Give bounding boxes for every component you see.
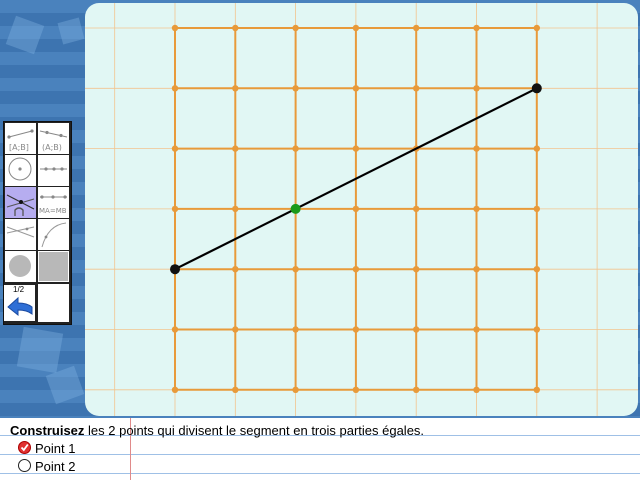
grid-node[interactable] [413,85,420,92]
grid-node[interactable] [232,24,239,32]
grid-node[interactable] [232,145,239,152]
task-item: Point 2 [18,459,75,474]
grid-node[interactable] [413,266,420,273]
grid-node[interactable] [413,24,420,32]
grid-node[interactable] [171,145,179,152]
grid-node[interactable] [533,266,540,273]
line-tool[interactable]: (A;B) [38,123,69,154]
fill-square-icon [39,252,68,281]
grid-node[interactable] [473,386,480,393]
grid-node[interactable] [473,145,480,152]
grid-node[interactable] [171,326,179,333]
tool-label: [A;B] [9,143,29,152]
grid-node[interactable] [232,266,239,273]
instruction-verb: Construisez [10,423,85,438]
geometry-board[interactable] [85,3,638,416]
grid-node[interactable] [473,85,480,92]
grid-node[interactable] [171,24,179,32]
tool-pager[interactable]: 1/2 [4,285,35,321]
grid-node[interactable] [171,386,179,393]
grid-node[interactable] [232,205,239,213]
grid-node[interactable] [232,326,239,333]
lines-icon [6,226,35,238]
grid-node[interactable] [292,24,299,32]
grid-node[interactable] [352,386,360,393]
grid-node[interactable] [473,24,480,32]
midpoint-tool[interactable]: MA=MB [38,187,69,218]
grid-node[interactable] [352,24,360,32]
grid-node[interactable] [352,266,360,273]
intersection-icon [6,194,35,216]
fill-circle-icon [9,255,31,277]
grid-node[interactable] [473,326,480,333]
grid-node[interactable] [533,386,540,393]
intersection-tool[interactable] [5,187,36,218]
points-on-segment-tool[interactable] [38,155,69,186]
grid-node[interactable] [413,326,420,333]
grid-node[interactable] [292,266,299,273]
tool-label: (A;B) [42,143,62,152]
grid-node[interactable] [533,205,540,213]
grid-node[interactable] [292,85,299,92]
fill-square-tool[interactable] [38,251,69,282]
points-on-segment-icon [40,167,67,171]
grid-node[interactable] [292,386,299,393]
grid-node[interactable] [473,266,480,273]
circle-icon [8,157,32,181]
grid-node[interactable] [292,145,299,152]
page-indicator: 1/2 [13,285,25,294]
grid-node[interactable] [292,326,299,333]
placed-point-1[interactable] [290,203,301,214]
instruction-text: Construisez les 2 points qui divisent le… [10,423,424,438]
arc-tool[interactable] [38,219,69,250]
grid-node[interactable] [413,386,420,393]
grid-node[interactable] [533,145,540,152]
grid-node[interactable] [352,205,360,213]
empty-slot [38,284,69,322]
grid-node[interactable] [232,386,239,393]
empty-circle-icon [18,459,31,472]
segment-endpoint-b[interactable] [531,83,542,94]
grid-node[interactable] [352,85,360,92]
segment-endpoint-a[interactable] [170,264,180,275]
grid-node[interactable] [473,205,480,213]
geometry-canvas[interactable] [85,3,638,416]
instruction-rest: les 2 points qui divisent le segment en … [84,423,425,438]
tool-label: MA=MB [39,207,67,215]
arc-icon [41,222,67,248]
grid-node[interactable] [171,85,179,92]
grid-node[interactable] [533,326,540,333]
back-arrow-icon[interactable] [5,295,36,321]
grid-node[interactable] [413,205,420,213]
segment-tool[interactable]: [A;B] [5,123,36,154]
grid-node[interactable] [171,205,179,213]
grid-node[interactable] [352,145,360,152]
task-item: Point 1 [18,441,75,456]
grid-node[interactable] [352,326,360,333]
grid-node[interactable] [232,85,239,92]
background-decoration [16,326,64,374]
grid-node[interactable] [533,24,540,32]
task-label: Point 2 [35,459,76,474]
lines-tool[interactable] [5,219,36,250]
circle-tool[interactable] [5,155,36,186]
task-label: Point 1 [35,441,76,456]
checkmark-icon [18,441,31,454]
fill-circle-tool[interactable] [5,251,36,282]
